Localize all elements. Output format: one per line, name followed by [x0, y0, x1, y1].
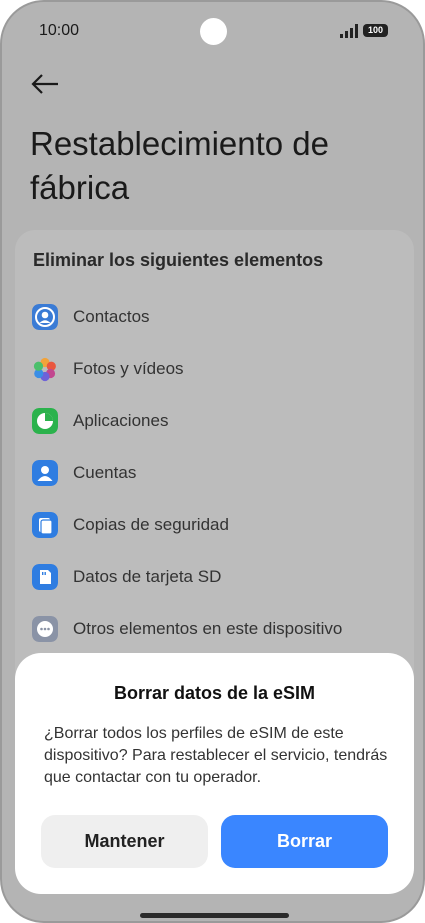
- contacts-icon: [32, 304, 58, 330]
- dialog-title: Borrar datos de la eSIM: [113, 683, 316, 703]
- more-icon: [32, 616, 58, 642]
- phone-screen: 10:00 100 Restablecimiento de fábrica El…: [0, 0, 425, 923]
- apps-icon: [32, 408, 58, 434]
- list-item-contacts: Contactos: [32, 304, 402, 334]
- battery-icon: 100: [363, 24, 388, 37]
- list-item-label: Cuentas: [73, 463, 137, 482]
- front-camera: [200, 18, 227, 45]
- backup-icon: [32, 512, 58, 538]
- home-indicator[interactable]: [140, 913, 289, 918]
- card-title: Eliminar los siguientes elementos: [33, 250, 324, 270]
- esim-dialog: Borrar datos de la eSIM ¿Borrar todos lo…: [15, 653, 414, 894]
- list-item-accounts: Cuentas: [32, 460, 402, 490]
- list-item-label: Contactos: [73, 307, 150, 326]
- items-card: Eliminar los siguientes elementos Contac…: [15, 230, 414, 690]
- back-arrow-icon[interactable]: [30, 70, 62, 98]
- list-item-label: Otros elementos en este dispositivo: [73, 619, 343, 638]
- list-item-label: Fotos y vídeos: [73, 359, 184, 378]
- list-item-sd-card: Datos de tarjeta SD: [32, 564, 402, 594]
- sd-card-icon: [32, 564, 58, 590]
- list-item-photos: Fotos y vídeos: [32, 356, 402, 386]
- status-time: 10:00: [39, 22, 80, 39]
- dialog-message: ¿Borrar todos los perfiles de eSIM de es…: [44, 725, 388, 786]
- list-item-label: Aplicaciones: [73, 411, 169, 430]
- page-title: Restablecimiento de fábrica: [30, 125, 329, 206]
- photos-icon: [33, 357, 56, 382]
- list-item-apps: Aplicaciones: [32, 408, 402, 438]
- list-item-label: Copias de seguridad: [73, 515, 229, 534]
- delete-button[interactable]: Borrar: [221, 815, 388, 868]
- list-item-other: Otros elementos en este dispositivo: [32, 616, 402, 646]
- status-bar: 10:00 100: [2, 2, 423, 62]
- list-item-backup: Copias de seguridad: [32, 512, 402, 542]
- signal-icon: [340, 24, 358, 38]
- keep-button[interactable]: Mantener: [41, 815, 208, 868]
- list-item-label: Datos de tarjeta SD: [73, 567, 222, 586]
- accounts-icon: [32, 460, 58, 486]
